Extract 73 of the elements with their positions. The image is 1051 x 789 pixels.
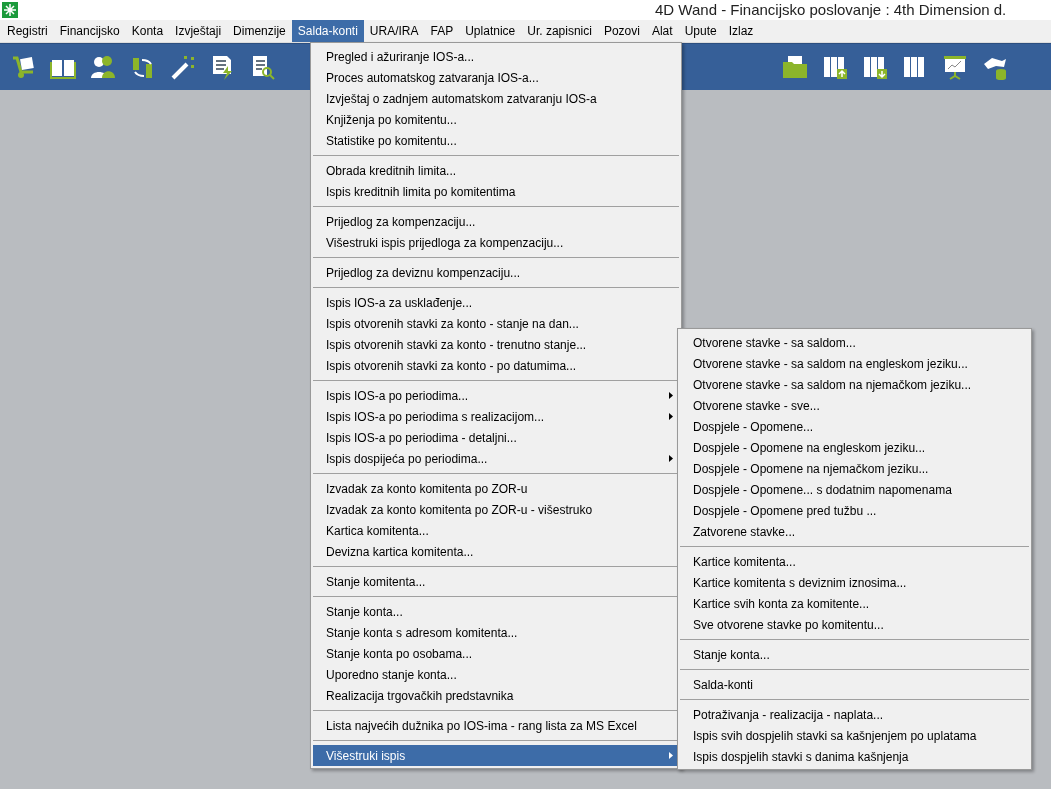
menu-item[interactable]: Otvorene stavke - sa saldom na njemačkom jeziku...: [680, 374, 1029, 395]
menu-item[interactable]: Kartice komitenta...: [680, 551, 1029, 572]
menu-item[interactable]: Statistike po komitentu...: [313, 130, 679, 151]
menu-item[interactable]: Obrada kreditnih limita...: [313, 160, 679, 181]
menu-item[interactable]: Ispis IOS-a po periodima s realizacijom...: [313, 406, 679, 427]
menu-item[interactable]: Višestruki ispis: [313, 745, 679, 766]
menu-item[interactable]: Izvadak za konto komitenta po ZOR-u - višestruko: [313, 499, 679, 520]
menu-item[interactable]: Otvorene stavke - sve...: [680, 395, 1029, 416]
presentation-board-icon[interactable]: [942, 54, 968, 80]
menu-item[interactable]: Knjiženja po komitentu...: [313, 109, 679, 130]
menu-item[interactable]: Registri: [1, 20, 54, 42]
menu-item[interactable]: Dospjele - Opomene na engleskom jeziku...: [680, 437, 1029, 458]
menu-item[interactable]: Otvorene stavke - sa saldom na engleskom jeziku...: [680, 353, 1029, 374]
binders-up-icon[interactable]: [822, 54, 848, 80]
menu-item[interactable]: Sve otvorene stavke po komitentu...: [680, 614, 1029, 635]
menu-item[interactable]: Izvještaji: [169, 20, 228, 42]
menu-item[interactable]: Dospjele - Opomene na njemačkom jeziku...: [680, 458, 1029, 479]
menu-item[interactable]: Ispis otvorenih stavki za konto - stanje na dan...: [313, 313, 679, 334]
menu-item[interactable]: Pregled i ažuriranje IOS-a...: [313, 46, 679, 67]
menu-item[interactable]: Upute: [678, 20, 723, 42]
menu-item[interactable]: Devizna kartica komitenta...: [313, 541, 679, 562]
app-icon[interactable]: [2, 2, 18, 18]
menu-item[interactable]: Ispis otvorenih stavki za konto - trenutno stanje...: [313, 334, 679, 355]
menu-item[interactable]: Otvorene stavke - sa saldom...: [680, 332, 1029, 353]
menu-item[interactable]: Ispis otvorenih stavki za konto - po datumima...: [313, 355, 679, 376]
menu-item[interactable]: Realizacija trgovačkih predstavnika: [313, 685, 679, 706]
menu-item[interactable]: Ispis IOS-a po periodima...: [313, 385, 679, 406]
menu-item[interactable]: Dospjele - Opomene pred tužbu ...: [680, 500, 1029, 521]
menu-item[interactable]: Ispis IOS-a po periodima - detaljni...: [313, 427, 679, 448]
menu-item[interactable]: Alat: [645, 20, 679, 42]
menu-item[interactable]: Ispis dospijeća po periodima...: [313, 448, 679, 469]
menu-item[interactable]: Financijsko: [53, 20, 126, 42]
users-icon[interactable]: [90, 54, 116, 80]
menu-item[interactable]: Pozovi: [597, 20, 646, 42]
menu-item[interactable]: Uplatnice: [459, 20, 522, 42]
menu-item[interactable]: Proces automatskog zatvaranja IOS-a...: [313, 67, 679, 88]
menu-item[interactable]: URA/IRA: [363, 20, 425, 42]
menu-item[interactable]: Stanje konta...: [680, 644, 1029, 665]
menu-item[interactable]: Prijedlog za kompenzaciju...: [313, 211, 679, 232]
menu-item[interactable]: Prijedlog za deviznu kompenzaciju...: [313, 262, 679, 283]
menu-item[interactable]: Lista najvećih dužnika po IOS-ima - rang lista za MS Excel: [313, 715, 679, 736]
document-search-icon[interactable]: [250, 54, 276, 80]
menu-item[interactable]: Stanje konta...: [313, 601, 679, 622]
menu-item[interactable]: Uporedno stanje konta...: [313, 664, 679, 685]
menu-item[interactable]: Ispis kreditnih limita po komitentima: [313, 181, 679, 202]
menu-item[interactable]: Ispis svih dospjelih stavki sa kašnjenjem po uplatama: [680, 725, 1029, 746]
menu-item[interactable]: Izvadak za konto komitenta po ZOR-u: [313, 478, 679, 499]
magic-wand-icon[interactable]: [170, 54, 196, 80]
menu-item[interactable]: Dospjele - Opomene... s dodatnim napomenama: [680, 479, 1029, 500]
menu-item[interactable]: Dimenzije: [227, 20, 292, 42]
menu-item[interactable]: Salda-konti: [291, 20, 364, 42]
menu-item[interactable]: Dospjele - Opomene...: [680, 416, 1029, 437]
menu-item[interactable]: Ispis IOS-a za usklađenje...: [313, 292, 679, 313]
menu-item[interactable]: Potraživanja - realizacija - naplata...: [680, 704, 1029, 725]
menu-item[interactable]: Ur. zapisnici: [521, 20, 598, 42]
window-title: 4D Wand - Financijsko poslovanje : 4th Dimension d.: [655, 1, 1007, 18]
menu-item[interactable]: FAP: [424, 20, 460, 42]
menu-item[interactable]: Kartice svih konta za komitente...: [680, 593, 1029, 614]
binders-down-icon[interactable]: [862, 54, 888, 80]
menu-item[interactable]: Stanje komitenta...: [313, 571, 679, 592]
menu-item[interactable]: Kartice komitenta s deviznim iznosima...: [680, 572, 1029, 593]
menu-item[interactable]: Višestruki ispis prijedloga za kompenzaciju...: [313, 232, 679, 253]
hand-truck-icon[interactable]: [10, 54, 36, 80]
menu-item[interactable]: Izlaz: [722, 20, 760, 42]
menu-item[interactable]: Ispis dospjelih stavki s danima kašnjenja: [680, 746, 1029, 767]
folder-icon[interactable]: [782, 54, 808, 80]
menu-item[interactable]: Kartica komitenta...: [313, 520, 679, 541]
menu-item[interactable]: Zatvorene stavke...: [680, 521, 1029, 542]
menu-item[interactable]: Izvještaj o zadnjem automatskom zatvaranju IOS-a: [313, 88, 679, 109]
menu-item[interactable]: Stanje konta s adresom komitenta...: [313, 622, 679, 643]
menu-item[interactable]: Konta: [125, 20, 170, 42]
menu-item[interactable]: Stanje konta po osobama...: [313, 643, 679, 664]
menu-item[interactable]: Salda-konti: [680, 674, 1029, 695]
